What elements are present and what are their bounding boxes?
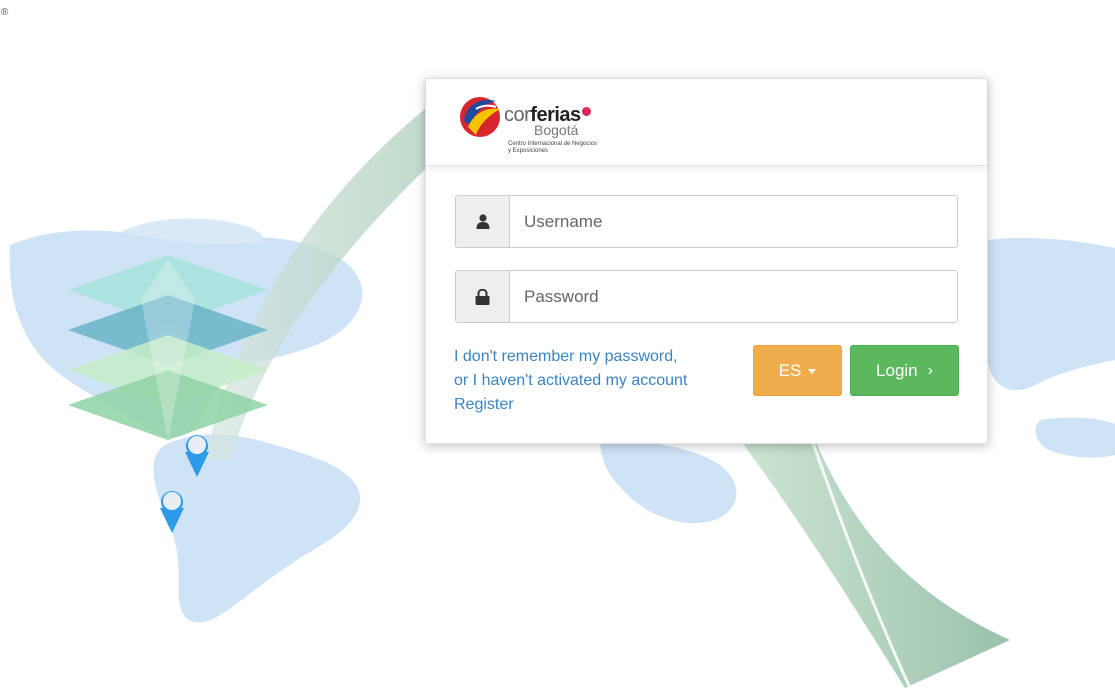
registered-mark: ® xyxy=(1,7,9,18)
password-input-group xyxy=(455,270,958,323)
login-card: corferias Bogotá Centro Internacional de… xyxy=(425,78,988,444)
password-input[interactable] xyxy=(510,271,956,322)
continent-africa xyxy=(600,440,737,524)
chevron-right-icon: › xyxy=(927,361,933,379)
caret-down-icon xyxy=(808,369,817,374)
login-page: ® corferias Bogotá Centro Internacional … xyxy=(0,0,1115,690)
username-input-group xyxy=(455,195,958,248)
corferias-emblem-icon xyxy=(460,97,500,137)
login-label: Login xyxy=(876,360,918,380)
account-links: I don't remember my password, or I haven… xyxy=(454,345,687,417)
forgot-password-link[interactable]: I don't remember my password, or I haven… xyxy=(454,345,687,393)
register-link[interactable]: Register xyxy=(454,393,687,417)
user-icon xyxy=(456,196,510,247)
trajectory-beam xyxy=(740,440,1010,688)
language-label: ES xyxy=(778,360,802,380)
logo-tagline: Centro Internacional de Negocios y Expos… xyxy=(508,141,598,154)
continent-asia-edge xyxy=(1035,417,1115,458)
continent-europe-east xyxy=(988,237,1115,391)
logo-city: Bogotá xyxy=(534,122,579,138)
continent-south-america xyxy=(153,434,361,623)
corferias-logo: corferias Bogotá Centro Internacional de… xyxy=(456,91,636,159)
username-input[interactable] xyxy=(510,196,956,247)
login-button[interactable]: Login › xyxy=(850,345,959,396)
lock-icon xyxy=(456,271,510,322)
card-header: corferias Bogotá Centro Internacional de… xyxy=(426,79,987,166)
language-dropdown-button[interactable]: ES xyxy=(753,345,842,396)
